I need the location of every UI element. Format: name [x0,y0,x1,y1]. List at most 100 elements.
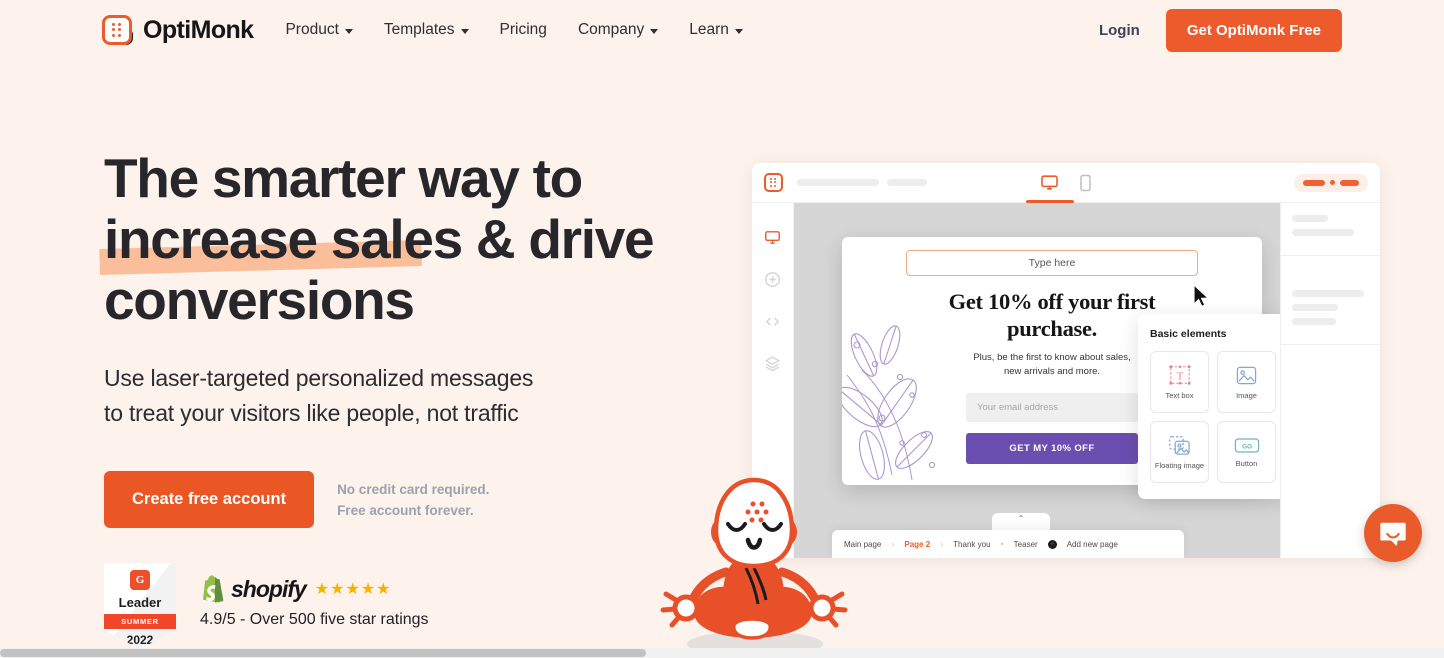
intercom-chat-icon [1380,522,1406,547]
editor-right-panel [1280,203,1380,558]
nav-right-actions: Login Get OptiMonk Free [1099,8,1342,52]
create-free-account-button[interactable]: Create free account [104,471,315,528]
right-panel-section [1281,203,1380,256]
action-dot [1330,180,1335,185]
basic-elements-title: Basic elements [1150,328,1227,340]
floating-image-icon [1169,435,1190,455]
cta-note-line-2: Free account forever. [337,502,474,518]
chevron-down-icon [734,29,743,34]
element-label: Image [1236,390,1257,400]
placeholder-bar [1292,215,1328,222]
hero-subtitle-line-2: to treat your visitors like people, not … [104,400,519,426]
desktop-view-tab[interactable] [1025,163,1074,204]
editor-actions-group[interactable] [1294,173,1368,192]
get-optimonk-free-button[interactable]: Get OptiMonk Free [1165,8,1342,52]
action-pill [1303,179,1325,186]
device-preview-switch [1025,163,1092,204]
cta-note: No credit card required. Free account fo… [337,479,489,521]
shopify-rating: shopify ★★★★★ 4.9/5 - Over 500 five star… [200,563,429,629]
svg-text:GO: GO [1241,443,1251,450]
optimonk-grid-logo-icon [102,15,133,45]
placeholder-bar [1292,290,1364,297]
element-card-floating-image[interactable]: Floating image [1150,421,1209,483]
button-go-icon: GO [1234,437,1259,453]
headline-highlight: increase sales [104,208,463,270]
shopify-rating-top: shopify ★★★★★ [200,575,429,603]
g2-leader-badge: G Leader SUMMER 2022 [104,563,176,649]
page-title: The smarter way to increase sales & driv… [99,147,724,331]
image-icon [1236,366,1257,384]
chevron-down-icon [650,29,659,34]
headline-highlight-wrap: increase sales [99,208,463,275]
page-item-thank-you[interactable]: Thank you [953,540,990,549]
nav-item-product[interactable]: Product [285,21,353,39]
chevron-down-icon [460,29,469,34]
add-page-plus-icon[interactable]: + [1047,539,1057,549]
chevron-right-icon: › [940,539,944,549]
display-icon[interactable] [764,229,781,246]
nav-item-pricing[interactable]: Pricing [500,21,547,39]
page-navigation-bar: Main page › Page 2 › Thank you • Teaser … [832,530,1184,558]
desktop-view-icon [1041,175,1058,190]
g2-shield-shape: G Leader SUMMER 2022 [104,563,176,649]
type-here-input[interactable]: Type here [906,250,1198,276]
shopify-logo: shopify [200,575,307,603]
headline-part-1: The smarter way to [104,147,583,209]
nav-item-company-label: Company [577,21,645,38]
element-card-text-box[interactable]: T Text box [1150,351,1209,413]
code-brackets-icon[interactable] [764,313,781,330]
pagebar-collapse-tab[interactable]: ⌃ [992,513,1050,530]
brand-name: OptiMonk [143,15,254,44]
page-item-teaser[interactable]: Teaser [1014,540,1038,549]
nav-item-company[interactable]: Company [577,21,659,39]
element-card-image[interactable]: Image [1217,351,1276,413]
shopify-wordmark: shopify [231,575,307,602]
editor-top-bar [752,163,1380,204]
g2-logo-icon: G [130,570,150,590]
editor-logo-icon[interactable] [764,173,784,192]
mouse-cursor-icon [1193,284,1210,308]
svg-text:T: T [1176,371,1183,383]
page-item-page-2[interactable]: Page 2 [904,540,930,549]
element-label: Floating image [1154,460,1205,470]
basic-elements-grid: T Text box Image Floating image GO Butto… [1150,351,1276,483]
nav-item-learn[interactable]: Learn [689,21,743,39]
placeholder-bar [1292,229,1354,236]
mobile-view-icon [1080,174,1091,191]
star-rating-icon: ★★★★★ [314,581,392,598]
right-panel-section [1281,256,1380,345]
cta-note-line-1: No credit card required. [337,481,490,497]
hero-subtitle: Use laser-targeted personalized messages… [104,361,724,431]
basic-elements-panel: Basic elements T Text box Image Floating… [1138,314,1280,499]
nav-item-product-label: Product [285,21,339,38]
nav-item-pricing-label: Pricing [499,21,547,38]
meditating-monk-mascot [660,477,848,657]
text-box-icon: T [1168,365,1191,385]
g2-season-ribbon: SUMMER [104,614,176,629]
brand-logo[interactable]: OptiMonk [102,15,254,45]
element-label: Button [1235,458,1258,468]
scrollbar-thumb[interactable] [0,649,646,657]
placeholder-bar [887,179,927,186]
placeholder-bar [1292,318,1336,325]
hero-subtitle-line-1: Use laser-targeted personalized messages [104,365,534,391]
dot-separator-icon: • [1000,539,1004,549]
g2-title: Leader [118,595,162,610]
login-link[interactable]: Login [1099,22,1140,39]
rating-text: 4.9/5 - Over 500 five star ratings [200,611,429,628]
shopify-bag-icon [203,575,224,603]
horizontal-scrollbar[interactable] [0,648,1444,658]
intercom-chat-button[interactable] [1364,504,1422,562]
page-item-main-page[interactable]: Main page [844,540,881,549]
nav-item-templates[interactable]: Templates [384,21,469,39]
mobile-view-tab[interactable] [1079,163,1092,202]
popup-email-input[interactable]: Your email address [966,393,1138,422]
nav-links: Product Templates Pricing Company Learn [285,21,743,39]
popup-submit-button[interactable]: GET MY 10% OFF [966,433,1138,464]
add-circle-icon[interactable] [764,271,781,288]
chevron-right-icon: › [891,539,895,549]
add-new-page-label[interactable]: Add new page [1067,540,1118,549]
layers-icon[interactable] [764,355,781,372]
element-card-button[interactable]: GO Button [1217,421,1276,483]
placeholder-bar [797,179,879,186]
